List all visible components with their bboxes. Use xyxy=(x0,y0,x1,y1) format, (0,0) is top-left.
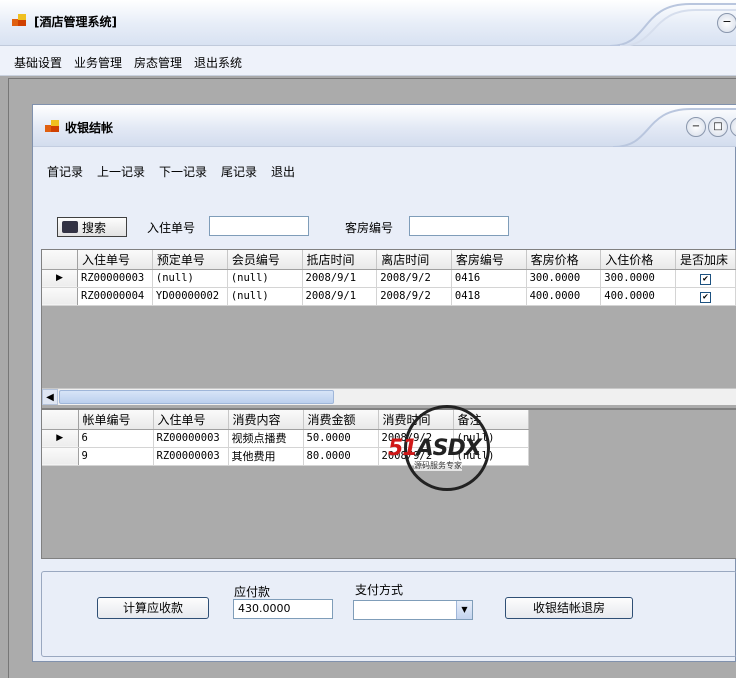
scroll-left-arrow-icon[interactable]: ◀ xyxy=(42,389,58,405)
table-cell[interactable]: YD00000002 xyxy=(152,287,228,306)
calculate-receivable-button[interactable]: 计算应收款 xyxy=(97,597,209,619)
table-cell[interactable]: 400.0000 xyxy=(600,287,676,306)
main-window-title: [酒店管理系统] xyxy=(34,15,117,29)
binoculars-icon xyxy=(62,221,78,233)
table-cell[interactable]: 80.0000 xyxy=(303,447,379,466)
table-cell[interactable]: 9 xyxy=(78,447,154,466)
room-number-label: 客房编号 xyxy=(345,221,394,235)
table-cell[interactable]: 0416 xyxy=(451,269,527,288)
table-cell[interactable]: 2008/9/2 xyxy=(376,287,452,306)
amount-due-label: 应付款 xyxy=(234,585,271,599)
column-header[interactable]: 入住价格 xyxy=(600,250,676,270)
column-header[interactable]: 消费内容 xyxy=(228,410,304,430)
table-cell[interactable]: (null) xyxy=(152,269,228,288)
table-cell[interactable]: 视频点播费 xyxy=(228,429,304,448)
menu-first-record[interactable]: 首记录 xyxy=(47,163,83,180)
grid-corner xyxy=(42,250,78,270)
search-button[interactable]: 搜索 xyxy=(57,217,127,237)
watermark-subtitle: 源码服务专家 xyxy=(414,460,462,471)
child-maximize-button[interactable]: □ xyxy=(708,117,728,137)
row-header[interactable] xyxy=(42,287,78,306)
child-minimize-button[interactable]: − xyxy=(686,117,706,137)
table-cell[interactable]: 6 xyxy=(78,429,154,448)
table-row[interactable]: RZ00000004 YD00000002 (null) 2008/9/1 20… xyxy=(42,287,736,306)
checkin-number-label: 入住单号 xyxy=(147,221,196,235)
extra-bed-checkbox[interactable]: ✔ xyxy=(700,291,711,303)
menu-next-record[interactable]: 下一记录 xyxy=(159,163,207,180)
menu-basic-settings[interactable]: 基础设置 xyxy=(14,54,62,71)
table-cell[interactable]: 50.0000 xyxy=(303,429,379,448)
watermark-logo: 51ASDX xyxy=(388,436,482,461)
extra-bed-checkbox[interactable]: ✔ xyxy=(700,273,711,285)
menu-last-record[interactable]: 尾记录 xyxy=(221,163,257,180)
watermark-dark-text: ASDX xyxy=(416,436,482,461)
table-cell[interactable]: 2008/9/2 xyxy=(376,269,452,288)
column-header[interactable]: 客房编号 xyxy=(451,250,527,270)
table-cell[interactable]: RZ00000003 xyxy=(153,429,229,448)
table-cell[interactable]: RZ00000004 xyxy=(77,287,153,306)
checkin-grid[interactable]: 入住单号 预定单号 会员编号 抵店时间 离店时间 客房编号 客房价格 入住价格 … xyxy=(41,249,736,409)
extra-bed-cell[interactable]: ✔ xyxy=(675,269,736,288)
table-cell[interactable]: RZ00000003 xyxy=(77,269,153,288)
payment-method-select[interactable]: ▼ xyxy=(353,600,473,620)
table-cell[interactable]: 2008/9/1 xyxy=(302,269,378,288)
chevron-down-icon[interactable]: ▼ xyxy=(456,601,472,619)
table-cell[interactable]: 300.0000 xyxy=(600,269,676,288)
menu-previous-record[interactable]: 上一记录 xyxy=(97,163,145,180)
table-cell[interactable]: 0418 xyxy=(451,287,527,306)
current-row-indicator[interactable]: ▶ xyxy=(42,429,79,448)
column-header[interactable]: 帐单编号 xyxy=(78,410,154,430)
main-minimize-button[interactable]: − xyxy=(717,13,736,33)
table-cell[interactable]: (null) xyxy=(227,287,303,306)
menu-business[interactable]: 业务管理 xyxy=(74,54,122,71)
table-cell[interactable]: 2008/9/1 xyxy=(302,287,378,306)
column-header[interactable]: 抵店时间 xyxy=(302,250,378,270)
menu-exit-system[interactable]: 退出系统 xyxy=(194,54,242,71)
watermark-red-text: 51 xyxy=(388,436,418,461)
grid-corner xyxy=(42,410,79,430)
payment-method-label: 支付方式 xyxy=(355,583,404,597)
window-icon xyxy=(45,120,59,132)
column-header[interactable]: 离店时间 xyxy=(376,250,452,270)
extra-bed-cell[interactable]: ✔ xyxy=(675,287,736,306)
checkout-window: 收银结帐 − □ × 首记录 上一记录 下一记录 尾记录 退出 搜索 入住单号 … xyxy=(32,104,736,662)
table-cell[interactable]: 300.0000 xyxy=(526,269,602,288)
table-cell[interactable]: 其他费用 xyxy=(228,447,304,466)
checkout-panel: 计算应收款 应付款 430.0000 支付方式 ▼ 收银结帐退房 xyxy=(41,571,736,657)
menu-exit[interactable]: 退出 xyxy=(271,163,295,180)
checkout-button[interactable]: 收银结帐退房 xyxy=(505,597,633,619)
column-header[interactable]: 入住单号 xyxy=(77,250,153,270)
checkin-number-input[interactable] xyxy=(209,216,309,236)
search-button-label: 搜索 xyxy=(82,220,107,235)
checkout-title-bar: 收银结帐 − □ × xyxy=(33,105,736,147)
column-header[interactable]: 入住单号 xyxy=(153,410,229,430)
column-header[interactable]: 客房价格 xyxy=(526,250,602,270)
row-header[interactable] xyxy=(42,447,79,466)
main-menubar: 基础设置 业务管理 房态管理 退出系统 xyxy=(0,46,736,76)
current-row-indicator[interactable]: ▶ xyxy=(42,269,78,288)
bill-grid[interactable]: 帐单编号 入住单号 消费内容 消费金额 消费时间 备注 ▶ 6 RZ000000… xyxy=(41,409,736,559)
column-header[interactable]: 会员编号 xyxy=(227,250,303,270)
table-cell[interactable]: RZ00000003 xyxy=(153,447,229,466)
column-header[interactable]: 消费金额 xyxy=(303,410,379,430)
column-header[interactable]: 预定单号 xyxy=(152,250,228,270)
app-icon xyxy=(12,14,26,26)
horizontal-scrollbar[interactable]: ◀ xyxy=(42,388,736,405)
table-cell[interactable]: (null) xyxy=(227,269,303,288)
table-cell[interactable]: 400.0000 xyxy=(526,287,602,306)
amount-due-input[interactable]: 430.0000 xyxy=(233,599,333,619)
room-number-input[interactable] xyxy=(409,216,509,236)
column-header[interactable]: 是否加床 xyxy=(675,250,736,270)
checkin-table: 入住单号 预定单号 会员编号 抵店时间 离店时间 客房编号 客房价格 入住价格 … xyxy=(42,250,736,306)
main-title-bar: [酒店管理系统] − xyxy=(0,0,736,46)
checkout-window-title: 收银结帐 xyxy=(65,121,114,135)
menu-room-status[interactable]: 房态管理 xyxy=(134,54,182,71)
scrollbar-thumb[interactable] xyxy=(59,390,334,404)
table-row[interactable]: ▶ RZ00000003 (null) (null) 2008/9/1 2008… xyxy=(42,269,736,288)
